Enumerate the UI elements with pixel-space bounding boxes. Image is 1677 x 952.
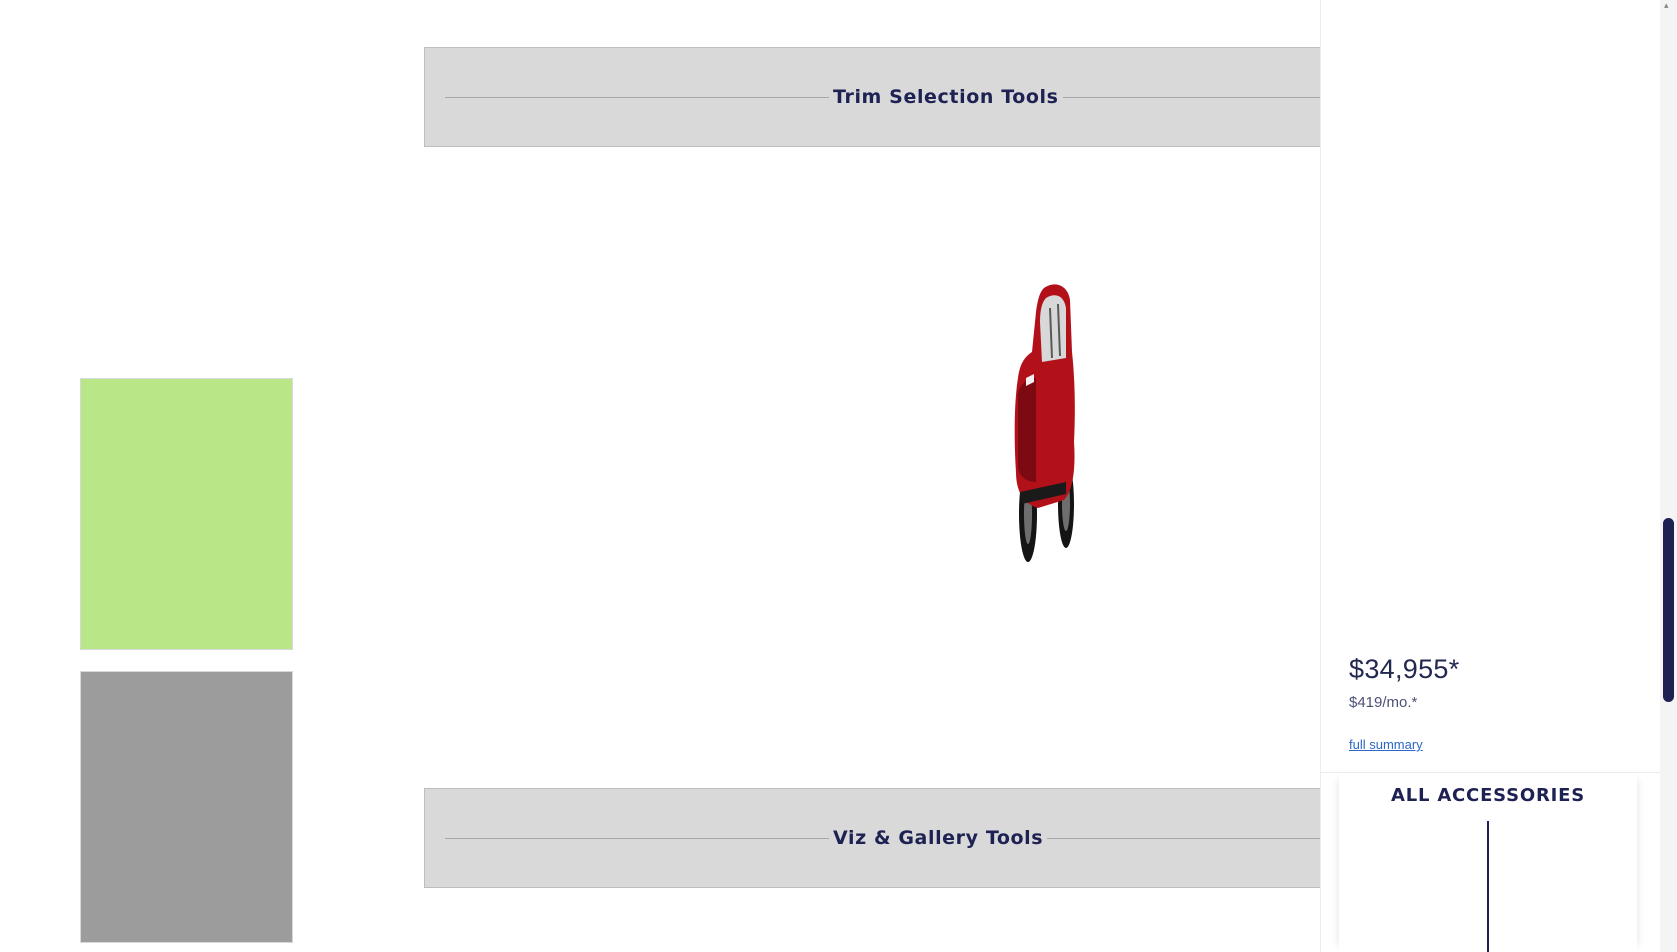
total-price: $34,955* (1349, 654, 1460, 684)
all-accessories-heading[interactable]: ALL ACCESSORIES (1339, 785, 1637, 806)
car-window (1040, 295, 1066, 362)
color-swatch-green[interactable] (80, 378, 293, 650)
trim-selection-tools-panel[interactable]: Trim Selection Tools (424, 47, 1320, 147)
accessories-section: ALL ACCESSORIES (1339, 773, 1637, 952)
accessories-indicator-line (1487, 821, 1489, 952)
viz-gallery-tools-panel[interactable]: Viz & Gallery Tools (424, 788, 1320, 888)
monthly-payment: $419/mo.* (1349, 694, 1418, 711)
trim-selection-tools-title: Trim Selection Tools (829, 86, 1063, 108)
configurator-page: Trim Selection Tools Viz & Gallery Tools… (0, 0, 1677, 952)
vertical-scrollbar[interactable]: ▴ (1660, 0, 1677, 952)
scroll-up-arrow-icon[interactable]: ▴ (1664, 2, 1669, 11)
price-summary-panel: $34,955* $419/mo.* full summary ALL ACCE… (1320, 0, 1660, 952)
vehicle-image (1014, 284, 1075, 562)
car-side-shadow (1018, 378, 1036, 482)
viz-gallery-tools-title: Viz & Gallery Tools (829, 827, 1048, 849)
full-summary-link[interactable]: full summary (1349, 737, 1423, 752)
scrollbar-thumb[interactable] (1663, 518, 1674, 702)
color-swatch-gray[interactable] (80, 671, 293, 943)
